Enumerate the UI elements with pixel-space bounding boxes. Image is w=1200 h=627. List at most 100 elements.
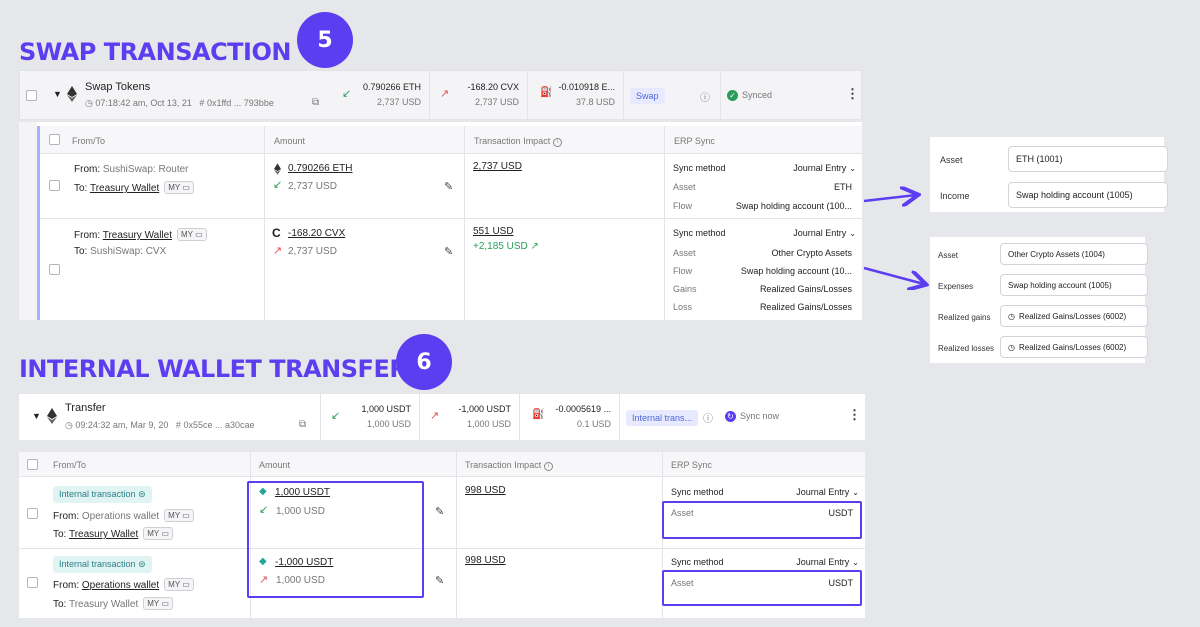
asset-value[interactable]: Other Crypto Assets [771,248,852,258]
info-icon[interactable]: ⓘ [700,89,710,104]
col-impact: Transaction Impact i [465,460,554,471]
transfer-header-row[interactable]: ▼ Transfer ◷ 09:24:32 am, Mar 9, 20 # 0x… [19,394,865,440]
swap-detail-table: From/To Amount Transaction Impact i ERP S… [19,122,862,320]
edit-pencil-icon[interactable]: ✎ [435,505,444,518]
callout-asset-field[interactable]: Other Crypto Assets (1004) [1000,243,1148,265]
from-wallet[interactable]: Operations wallet [82,511,159,522]
sync-icon[interactable]: ↻ [725,411,736,422]
callout-gains-field[interactable]: ◷ Realized Gains/Losses (6002) [1000,305,1148,327]
tx-hash[interactable]: 0x1ffd ... 793bbe [207,98,274,108]
impact-link[interactable]: 551 USD [473,226,514,237]
sync-status[interactable]: Sync now [740,411,779,421]
amount-link[interactable]: 0.790266 ETH [288,163,353,174]
callout-asset-field[interactable]: ETH (1001) [1008,146,1168,172]
from-line: From: Operations wallet MY ▭ [53,509,194,522]
callout-income-field[interactable]: Swap holding account (1005) [1008,182,1168,208]
out-usd: 1,000 USD [466,419,511,429]
flow-label: Flow [673,266,693,276]
info-icon[interactable]: ⓘ [703,410,713,425]
tx-time: 07:18:42 am, Oct 13, 21 [95,98,192,108]
more-icon[interactable]: ⋮ [848,407,861,423]
select-all-checkbox[interactable] [49,134,60,145]
flow-value[interactable]: Swap holding account (100... [736,201,852,211]
step-badge-6: 6 [396,334,452,390]
edit-pencil-icon[interactable]: ✎ [444,245,453,258]
sync-method-select[interactable]: Journal Entry ⌄ [796,557,859,567]
info-icon[interactable]: i [544,462,554,471]
from-wallet-link[interactable]: Treasury Wallet [103,230,172,241]
expand-caret-icon[interactable]: ▼ [32,411,41,421]
swap-header-checkbox[interactable] [26,90,37,101]
impact-link[interactable]: 998 USD [465,485,506,496]
arrow-to-callout-1 [863,195,916,201]
tx-hash[interactable]: 0x55ce ... a30cae [183,420,254,430]
flow-value[interactable]: Swap holding account (10... [741,266,852,276]
sync-method-label: Sync method [671,557,724,567]
to-wallet[interactable]: Treasury Wallet [69,599,138,610]
type-badge: Swap [630,88,665,104]
col-from-to: From/To [53,460,87,470]
sync-method-label: Sync method [671,487,724,497]
swap-header-row[interactable]: ▼ Swap Tokens ◷ 07:18:42 am, Oct 13, 21 … [19,70,862,120]
my-wallet-tag: MY ▭ [143,527,173,540]
external-link-icon[interactable]: ⧉ [312,97,319,108]
out-amount: -1,000 USDT [458,404,511,414]
external-link-icon[interactable]: ⧉ [299,419,306,430]
my-tag-text: MY [168,511,181,520]
impact-link[interactable]: 2,737 USD [473,161,522,172]
sync-method-select[interactable]: Journal Entry ⌄ [793,228,856,238]
callout-gains-label: Realized gains [938,313,991,322]
row-checkbox[interactable] [49,264,60,275]
sync-method-select[interactable]: Journal Entry ⌄ [796,487,859,497]
info-icon[interactable]: i [553,138,563,147]
expand-caret-icon[interactable]: ▼ [53,89,62,99]
amount-highlight-box [247,481,424,598]
callout-arrows [863,180,930,290]
gains-value[interactable]: Realized Gains/Losses [760,284,852,294]
to-wallet-link[interactable]: Treasury Wallet [69,529,138,540]
from-wallet-link[interactable]: Operations wallet [82,580,159,591]
flow-label: Flow [673,201,693,211]
tx-meta: ◷ 07:18:42 am, Oct 13, 21 # 0x1ffd ... 7… [85,98,274,108]
callout-expenses-field[interactable]: Swap holding account (1005) [1000,274,1148,296]
more-icon[interactable]: ⋮ [846,86,859,102]
amount-link[interactable]: -168.20 CVX [288,228,345,239]
callout-1-panel: Asset ETH (1001) Income Swap holding acc… [930,137,1168,212]
row-checkbox[interactable] [27,577,38,588]
eth-icon [67,86,77,102]
row-checkbox[interactable] [27,508,38,519]
to-address[interactable]: SushiSwap: CVX [90,246,166,257]
link-icon: ⊜ [138,489,146,499]
from-line: From: Treasury Wallet MY ▭ [74,228,207,241]
impact-link[interactable]: 998 USD [465,555,506,566]
loss-value[interactable]: Realized Gains/Losses [760,302,852,312]
transfer-section-title: INTERNAL WALLET TRANSFER [19,355,408,383]
edit-pencil-icon[interactable]: ✎ [435,574,444,587]
asset-value[interactable]: ETH [834,182,852,192]
row-checkbox[interactable] [49,180,60,191]
out-usd: 2,737 USD [474,97,519,107]
chevron-down-icon: ⌄ [849,164,856,173]
select-all-checkbox[interactable] [27,459,38,470]
link-icon: ⊜ [138,559,146,569]
eth-icon [47,408,57,424]
impact-gain-value: +2,185 USD [473,241,528,252]
row-indicator [37,126,40,320]
eth-icon [274,163,281,175]
callout-losses-field[interactable]: ◷ Realized Gains/Losses (6002) [1000,336,1148,358]
in-usd: 2,737 USD [376,97,421,107]
to-label: To: [53,599,67,610]
to-label: To: [74,183,88,194]
col-impact: Transaction Impact i [474,136,563,147]
edit-pencil-icon[interactable]: ✎ [444,180,453,193]
sync-method-select[interactable]: Journal Entry ⌄ [793,163,856,173]
sync-method-value: Journal Entry [793,163,847,173]
callout-2-panel: Asset Other Crypto Assets (1004) Expense… [930,237,1148,363]
arrow-in-icon: ↙ [342,88,352,100]
to-wallet-link[interactable]: Treasury Wallet [90,183,159,194]
from-address[interactable]: SushiSwap: Router [103,164,189,175]
callout-expenses-label: Expenses [938,282,974,291]
my-tag-text: MY [181,230,193,239]
sync-method-label: Sync method [673,228,726,238]
asset-label: Asset [673,248,696,258]
